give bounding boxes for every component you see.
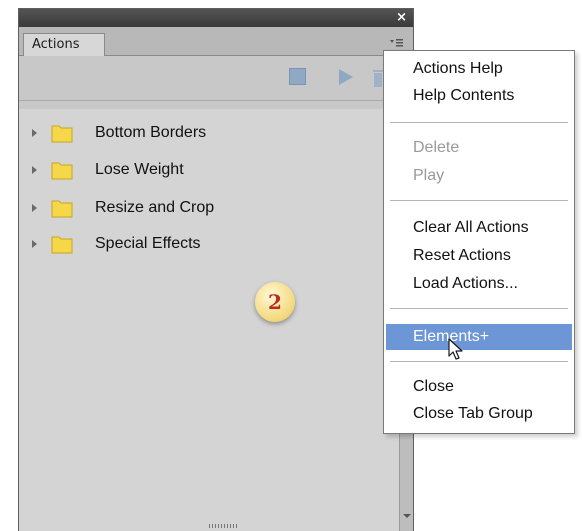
tab-actions[interactable]: Actions — [23, 33, 105, 56]
folder-icon — [51, 162, 73, 180]
tab-strip: Actions — [19, 27, 413, 56]
list-item[interactable]: Lose Weight — [19, 157, 399, 185]
actions-list: Bottom Borders Lose Weight Resize and Cr… — [19, 109, 413, 531]
play-icon[interactable] — [337, 68, 355, 86]
menu-item-load-actions[interactable]: Load Actions... — [384, 271, 574, 297]
menu-item-reset-actions[interactable]: Reset Actions — [384, 243, 574, 269]
actions-panel: × Actions Bottom Borders Lose Weight Res… — [18, 8, 414, 531]
expand-triangle-icon[interactable] — [32, 166, 37, 174]
menu-item-play: Play — [413, 167, 445, 184]
menu-separator — [390, 122, 568, 123]
folder-icon — [51, 200, 73, 218]
scroll-down-icon[interactable] — [403, 514, 411, 518]
menu-item-elements-plus[interactable]: Elements+ — [386, 324, 572, 350]
menu-item-clear-all-actions[interactable]: Clear All Actions — [384, 215, 574, 241]
menu-separator — [390, 361, 568, 362]
list-item[interactable]: Bottom Borders — [19, 120, 399, 148]
action-set-label: Resize and Crop — [95, 199, 215, 216]
panel-flyout-menu: Actions Help Help Contents Delete Play C… — [383, 50, 575, 434]
panel-menu-icon[interactable] — [389, 37, 403, 49]
step-number-badge: 2 — [255, 282, 295, 322]
panel-title-bar[interactable]: × — [19, 9, 413, 27]
stop-icon[interactable] — [289, 68, 306, 85]
menu-item-help-contents[interactable]: Help Contents — [384, 83, 574, 109]
expand-triangle-icon[interactable] — [32, 129, 37, 137]
mouse-pointer-icon — [448, 338, 463, 360]
folder-icon — [51, 125, 73, 143]
expand-triangle-icon[interactable] — [32, 204, 37, 212]
list-item[interactable]: Special Effects — [19, 231, 399, 259]
list-item[interactable]: Resize and Crop — [19, 195, 399, 223]
menu-item-delete: Delete — [413, 139, 460, 156]
folder-icon — [51, 236, 73, 254]
expand-triangle-icon[interactable] — [32, 240, 37, 248]
close-icon[interactable]: × — [396, 9, 407, 27]
menu-separator — [390, 200, 568, 201]
menu-separator — [390, 308, 568, 309]
menu-item-actions-help[interactable]: Actions Help — [384, 56, 574, 82]
actions-toolbar — [19, 56, 413, 101]
action-set-label: Special Effects — [95, 235, 201, 252]
menu-item-close-tab-group[interactable]: Close Tab Group — [384, 401, 574, 427]
resize-grip-icon[interactable] — [209, 524, 239, 528]
action-set-label: Lose Weight — [95, 161, 184, 178]
menu-item-close[interactable]: Close — [384, 374, 574, 400]
action-set-label: Bottom Borders — [95, 124, 207, 141]
